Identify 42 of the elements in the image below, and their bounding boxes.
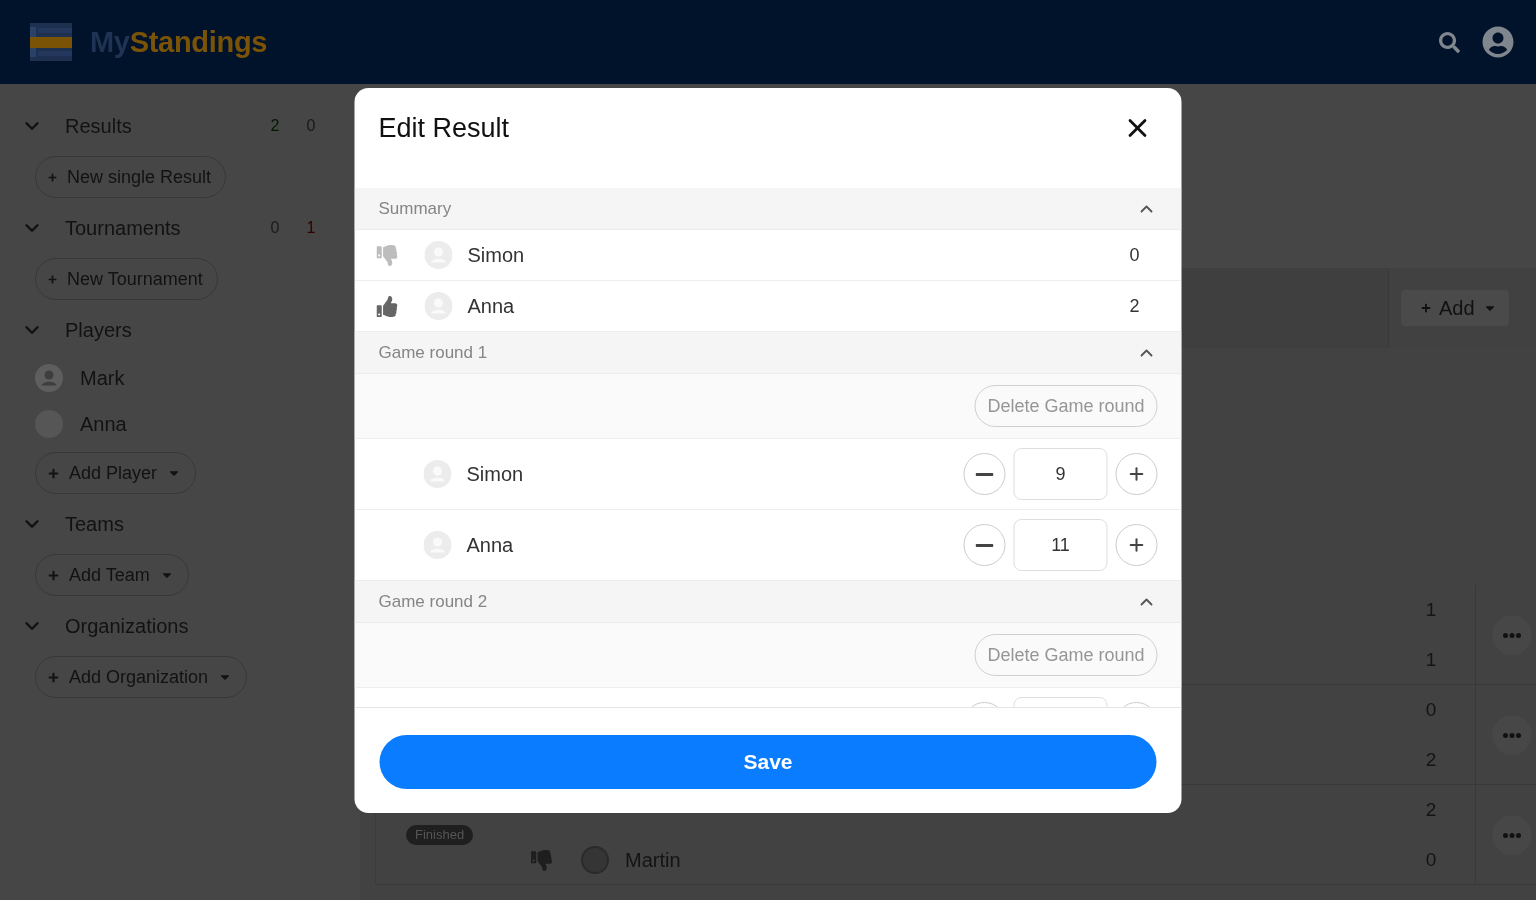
account-button[interactable] [1482,26,1514,58]
plus-button[interactable] [1115,524,1158,566]
minus-icon [975,543,994,547]
section-header[interactable]: Game round 1 [354,332,1182,374]
plus-icon [1421,303,1431,313]
delete-button[interactable]: Delete Game round [974,385,1158,427]
plus-icon [48,569,59,581]
dialog-title: Edit Result [378,112,510,145]
player-name: Simon [467,243,525,267]
section-header[interactable]: Game round 2 [354,581,1182,623]
avatar-icon [581,846,609,874]
count: 1 [305,219,317,237]
more-button[interactable] [1492,715,1532,755]
plus-icon [48,274,57,284]
more-button[interactable] [1492,615,1532,655]
plus-icon [48,172,57,182]
score: 2 [1129,295,1140,317]
minus-button[interactable] [963,453,1006,495]
search-button[interactable] [1439,31,1460,53]
score-input[interactable]: 11 [1013,519,1108,571]
delete-button[interactable]: Delete Game round [974,634,1158,676]
player-name: Simon [466,462,524,486]
score: 0 [1129,244,1140,266]
player-name: Anna [467,294,515,318]
search-icon [1439,31,1460,53]
plus-icon [48,671,59,683]
plus-icon [48,467,59,479]
ellipsis-icon [1503,732,1521,738]
score-input[interactable]: 9 [1013,448,1108,500]
plus-button[interactable] [1115,453,1158,495]
add-button[interactable]: Add [1401,290,1509,326]
more-button[interactable] [1492,815,1532,855]
section-header[interactable]: Summary [354,188,1182,230]
minus-icon [975,472,994,476]
user-icon [1482,26,1514,58]
minus-button[interactable] [963,524,1006,566]
save-button[interactable]: Save [379,735,1157,789]
player-name: Anna [466,533,514,557]
ellipsis-icon [1503,632,1521,638]
ellipsis-icon [1503,832,1521,838]
logo-icon [30,23,72,61]
count: 2 [269,117,281,135]
